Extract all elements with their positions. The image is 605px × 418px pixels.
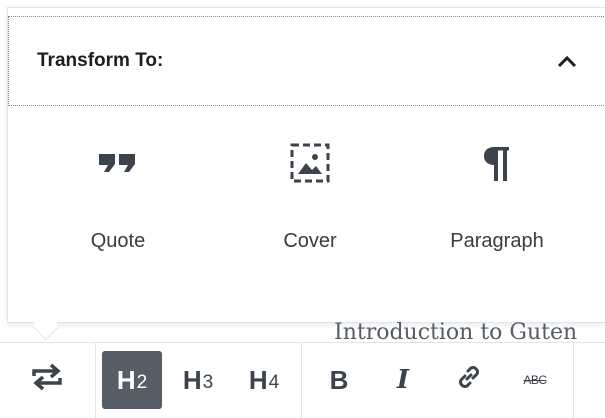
cover-icon <box>290 138 330 188</box>
transform-option-quote[interactable]: Quote <box>38 138 198 278</box>
chevron-up-icon[interactable] <box>555 49 579 73</box>
panel-title: Transform To: <box>37 50 164 71</box>
heading-2-button[interactable]: H2 <box>102 351 162 409</box>
transform-option-label: Cover <box>283 230 337 252</box>
italic-button[interactable]: I <box>378 351 428 409</box>
strikethrough-button[interactable]: ABC <box>510 351 560 409</box>
transform-option-paragraph[interactable]: Paragraph <box>417 138 577 278</box>
transform-options: Quote Cover Paragraph <box>8 138 605 288</box>
bold-button[interactable]: B <box>314 351 364 409</box>
toolbar-separator <box>95 343 96 418</box>
block-toolbar: H2 H3 H4 B I ABC <box>0 342 605 418</box>
heading-level: 2 <box>136 372 148 393</box>
heading-letter: H <box>248 364 268 395</box>
heading-letter: H <box>116 364 136 395</box>
transform-option-label: Quote <box>90 230 146 252</box>
transform-popover: Transform To: Quote Cover Paragraph <box>7 7 605 323</box>
link-icon <box>454 362 484 399</box>
heading-level: 4 <box>268 372 280 393</box>
toolbar-separator <box>573 343 574 418</box>
link-button[interactable] <box>444 351 494 409</box>
transform-option-cover[interactable]: Cover <box>230 138 390 278</box>
transform-button[interactable] <box>16 351 78 409</box>
italic-label: I <box>396 365 410 395</box>
strikethrough-label: ABC <box>523 373 547 387</box>
heading-3-button[interactable]: H3 <box>168 351 228 409</box>
paragraph-icon <box>482 138 512 188</box>
transform-option-label: Paragraph <box>450 230 544 252</box>
quote-icon <box>98 138 138 188</box>
heading-4-button[interactable]: H4 <box>234 351 294 409</box>
heading-letter: H <box>182 364 202 395</box>
transform-icon <box>30 362 64 399</box>
toolbar-separator <box>301 343 302 418</box>
transform-panel-header[interactable]: Transform To: <box>8 16 605 106</box>
heading-level: 3 <box>202 372 214 393</box>
bold-label: B <box>329 364 349 395</box>
